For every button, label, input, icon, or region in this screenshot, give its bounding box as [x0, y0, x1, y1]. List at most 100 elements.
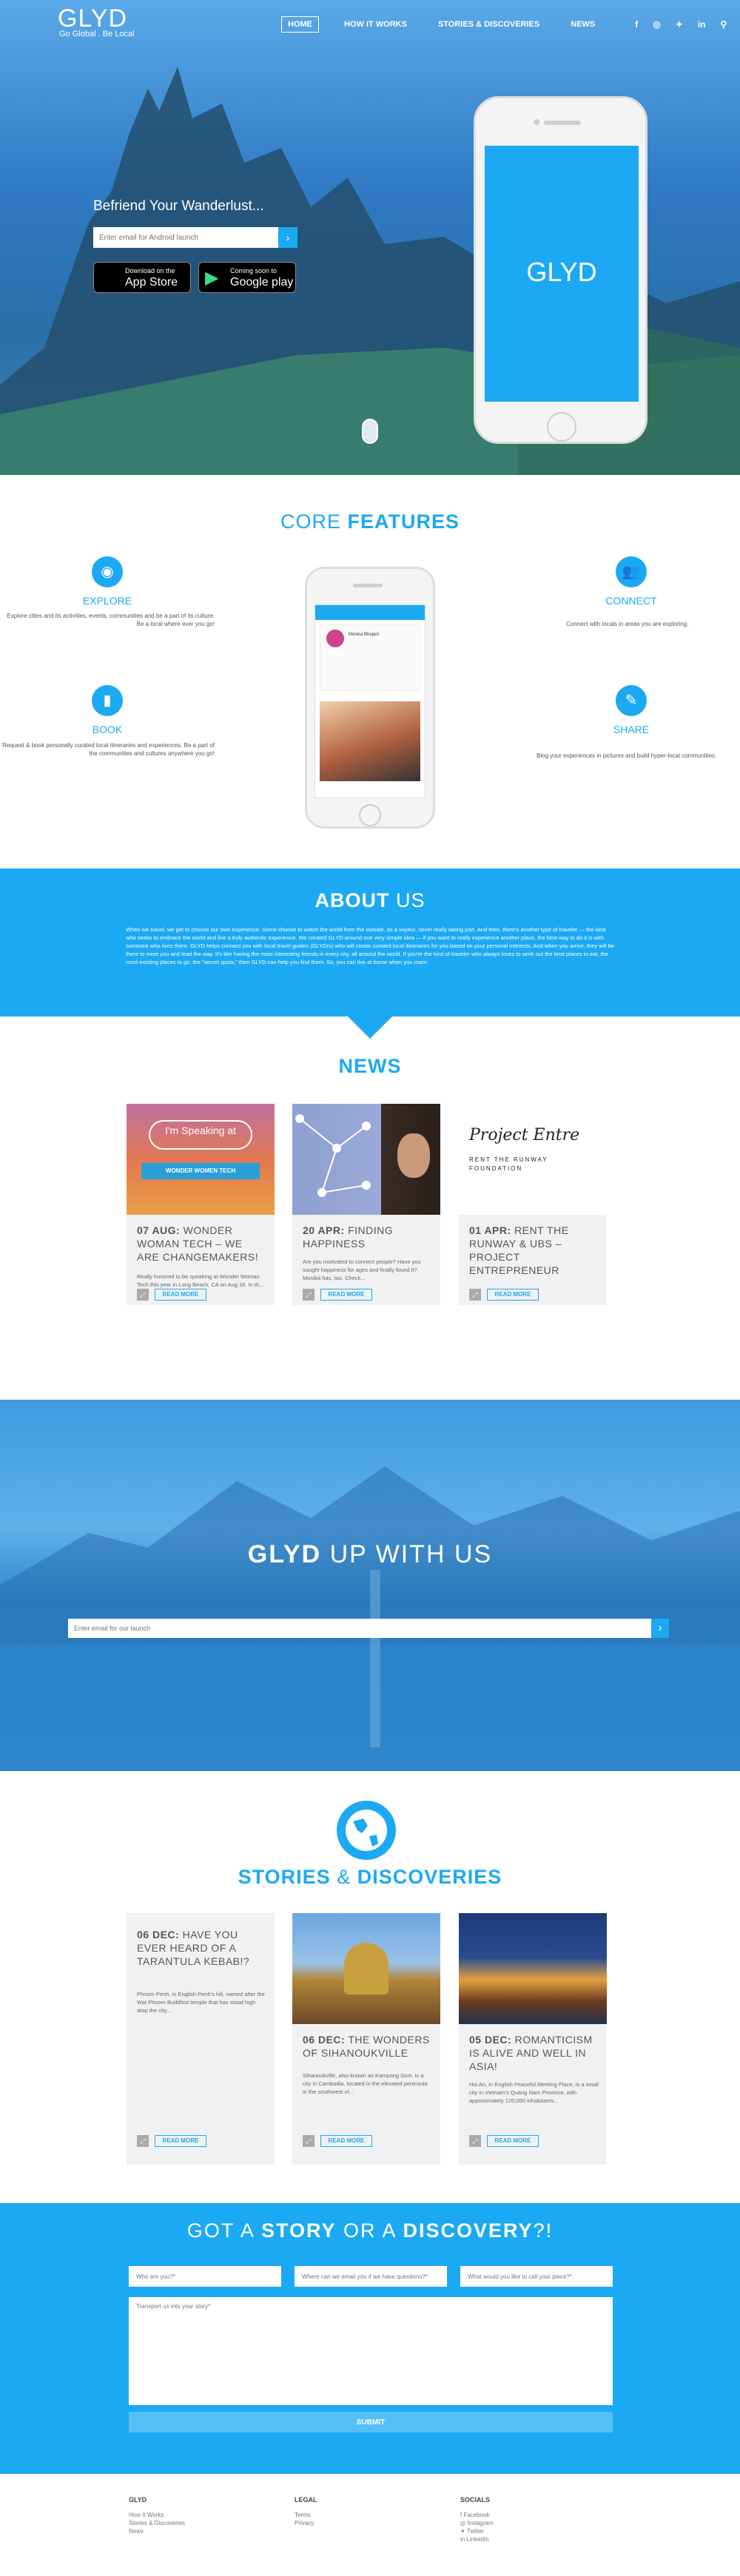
about-heading-bold: ABOUT	[314, 889, 390, 911]
share-icon[interactable]: ⤢	[469, 2135, 481, 2147]
story-card-title[interactable]: 05 DEC: ROMANTICISM IS ALIVE AND WELL IN…	[469, 2033, 599, 2073]
news-card-title[interactable]: 07 AUG: WONDER WOMAN TECH – WE ARE CHANG…	[137, 1224, 267, 1264]
profile-name: Monica Bhojani	[349, 633, 380, 637]
hero-section: GLYD Go Global . Be Local HOME HOW IT WO…	[0, 0, 740, 475]
share-icon[interactable]: ⤢	[137, 1289, 149, 1301]
app-store-button[interactable]: Download on the App Store	[93, 262, 191, 293]
features-heading-light: CORE	[280, 510, 341, 533]
footer-link[interactable]: Privacy	[295, 2519, 317, 2527]
stories-heading-amp: &	[337, 1866, 352, 1888]
story-card[interactable]: 06 DEC: HAVE YOU EVER HEARD OF A TARANTU…	[127, 1913, 275, 2165]
avatar	[326, 630, 344, 647]
glyd-up-heading-bold: GLYD	[247, 1540, 322, 1568]
footer-social-twitter[interactable]: ✦ Twitter	[460, 2527, 494, 2535]
share-icon[interactable]: ⤢	[469, 1289, 481, 1301]
phone-speaker	[544, 121, 581, 125]
read-more-button[interactable]: READ MORE	[320, 1289, 372, 1301]
submit-button[interactable]: SUBMIT	[129, 2412, 613, 2432]
read-more-button[interactable]: READ MORE	[320, 2135, 372, 2147]
news-heading: NEWS	[338, 1055, 402, 1077]
connect-title: CONNECT	[605, 595, 657, 607]
story-card[interactable]: 05 DEC: ROMANTICISM IS ALIVE AND WELL IN…	[459, 1913, 607, 2165]
app-top-bar	[315, 605, 425, 620]
search-icon[interactable]: ⚲	[720, 19, 727, 30]
footer-col-legal: LEGAL Terms Privacy	[295, 2496, 317, 2527]
email-field[interactable]	[295, 2266, 447, 2287]
share-icon[interactable]: ⤢	[303, 2135, 314, 2147]
glyd-up-heading-light: UP WITH US	[329, 1540, 493, 1568]
news-card[interactable]: I'm Speaking at WONDER WOMEN TECH 07 AUG…	[127, 1104, 275, 1305]
footer-social-facebook[interactable]: f Facebook	[460, 2511, 494, 2519]
connect-icon: 👥	[616, 556, 647, 587]
piece-title-field[interactable]	[460, 2266, 613, 2287]
launch-email-input[interactable]	[68, 1619, 651, 1638]
news-card-image: Project Entre RENT THE RUNWAY FOUNDATION	[459, 1104, 607, 1215]
footer-social-instagram[interactable]: ◎ Instagram	[460, 2519, 494, 2527]
nav-stories-discoveries[interactable]: STORIES & DISCOVERIES	[432, 17, 545, 32]
phone-home-button	[547, 412, 576, 442]
android-email-input[interactable]	[93, 227, 278, 248]
google-play-button[interactable]: ▶ Coming soon to Google play	[198, 262, 296, 293]
footer-link[interactable]: How It Works	[129, 2511, 185, 2519]
twitter-icon[interactable]: ✦	[676, 19, 683, 30]
phone-app-screen: Monica Bhojani	[314, 604, 426, 798]
news-card[interactable]: 20 APR: FINDING HAPPINESS Are you motiva…	[292, 1104, 440, 1305]
share-icon[interactable]: ⤢	[303, 1289, 314, 1301]
story-card-title[interactable]: 06 DEC: THE WONDERS OF SIHANOUKVILLE	[303, 2033, 433, 2060]
heading-part: GOT A	[186, 2219, 255, 2242]
scroll-down-mouse-icon[interactable]	[362, 419, 378, 444]
about-heading: ABOUT US	[0, 889, 740, 912]
instagram-icon[interactable]: ◎	[653, 19, 660, 30]
news-section: NEWS I'm Speaking at WONDER WOMEN TECH 0…	[0, 1016, 740, 1400]
hero-title: Befriend Your Wanderlust...	[93, 198, 264, 214]
name-field[interactable]	[129, 2266, 281, 2287]
person-photo	[397, 1133, 430, 1178]
share-icon[interactable]: ⤢	[137, 2135, 149, 2147]
footer-heading: SOCIALS	[460, 2496, 491, 2503]
features-phone-mockup: Monica Bhojani	[305, 567, 435, 829]
stories-heading-bold2: DISCOVERIES	[357, 1866, 502, 1888]
story-card[interactable]: 06 DEC: THE WONDERS OF SIHANOUKVILLE Sih…	[292, 1913, 440, 2165]
hero-phone-mockup: GLYD	[474, 96, 648, 444]
footer-link[interactable]: Terms	[295, 2511, 317, 2519]
news-card-title[interactable]: 01 APR: RENT THE RUNWAY & UBS – PROJECT …	[469, 1224, 599, 1277]
nav-home[interactable]: HOME	[281, 16, 319, 33]
read-more-button[interactable]: READ MORE	[155, 1289, 206, 1301]
book-desc: Request & book personally curated local …	[2, 742, 215, 757]
footer-link[interactable]: Stories & Discoveries	[129, 2519, 185, 2527]
about-heading-light: US	[396, 889, 426, 911]
heading-part: DISCOVERY	[403, 2219, 534, 2242]
news-card[interactable]: Project Entre RENT THE RUNWAY FOUNDATION…	[459, 1104, 607, 1305]
story-card-title[interactable]: 06 DEC: HAVE YOU EVER HEARD OF A TARANTU…	[137, 1928, 267, 1968]
read-more-button[interactable]: READ MORE	[155, 2135, 206, 2147]
news-image-caption: Project Entre	[469, 1126, 580, 1144]
explore-title: EXPLORE	[82, 595, 132, 607]
footer-social-linkedin[interactable]: in LinkedIn	[460, 2535, 494, 2543]
phone-screen: GLYD	[485, 146, 639, 402]
phone-home-button	[359, 804, 381, 826]
email-submit-arrow-icon[interactable]: ›	[278, 227, 297, 248]
nav-news[interactable]: NEWS	[565, 17, 601, 32]
news-card-title[interactable]: 20 APR: FINDING HAPPINESS	[303, 1224, 433, 1250]
read-more-button[interactable]: READ MORE	[487, 2135, 539, 2147]
phone-speaker	[353, 584, 383, 587]
story-card-date: 06 DEC:	[303, 2034, 346, 2046]
nav-how-it-works[interactable]: HOW IT WORKS	[338, 17, 413, 32]
read-more-button[interactable]: READ MORE	[487, 1289, 539, 1301]
footer-heading: LEGAL	[295, 2496, 317, 2503]
footer-link[interactable]: News	[129, 2527, 185, 2535]
footer-heading: GLYD	[129, 2496, 147, 2503]
share-desc: Blog your experiences in pictures and bu…	[536, 752, 717, 759]
linkedin-icon[interactable]: in	[698, 19, 706, 30]
story-card-date: 05 DEC:	[469, 2034, 512, 2046]
facebook-icon[interactable]: f	[635, 19, 638, 30]
news-card-date: 20 APR:	[303, 1224, 345, 1236]
launch-submit-arrow-icon[interactable]: ›	[651, 1619, 669, 1638]
features-heading-bold: FEATURES	[347, 510, 460, 533]
about-section: ABOUT US When we travel, we get to choos…	[0, 869, 740, 1016]
footer-col-glyd: GLYD How It Works Stories & Discoveries …	[129, 2496, 185, 2535]
story-textarea[interactable]	[129, 2297, 613, 2405]
glyd-up-background-image	[0, 1466, 740, 1771]
explore-desc: Explore cities and its activities, event…	[7, 613, 215, 627]
site-tagline: Go Global . Be Local	[59, 30, 135, 38]
